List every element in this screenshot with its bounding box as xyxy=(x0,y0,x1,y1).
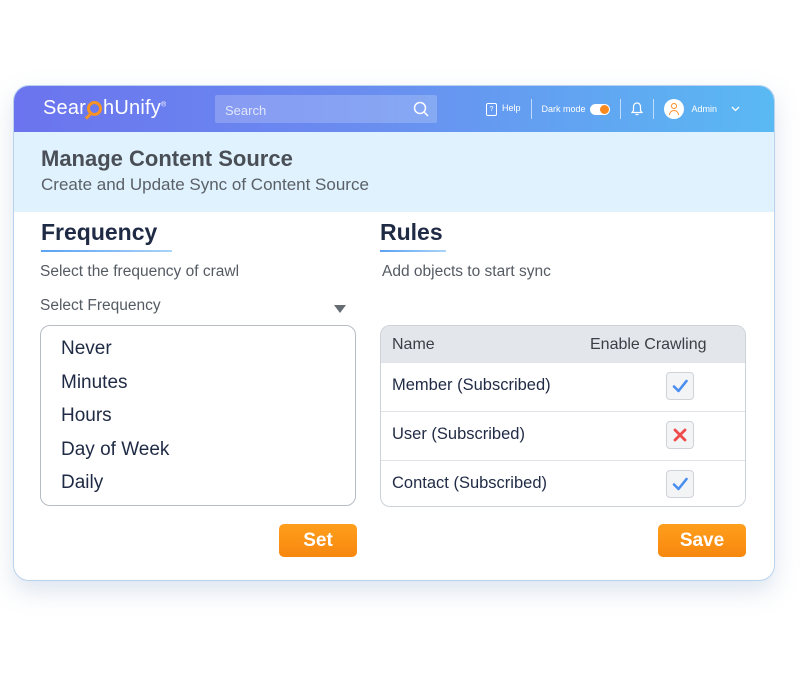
rules-table: Name Enable Crawling Member (Subscribed)… xyxy=(380,325,746,507)
set-button[interactable]: Set xyxy=(279,524,357,557)
dark-mode-toggle[interactable] xyxy=(589,103,610,115)
checkmark-icon xyxy=(672,379,688,393)
help-label: Help xyxy=(502,102,521,113)
dark-mode-label: Dark mode xyxy=(541,104,586,114)
search-input[interactable] xyxy=(223,99,407,121)
rules-title: Rules xyxy=(380,219,443,245)
frequency-option-hours[interactable]: Hours xyxy=(41,399,355,433)
table-row: Contact (Subscribed) xyxy=(381,460,745,506)
rules-title-underline xyxy=(380,250,446,252)
help-icon: ? xyxy=(486,102,497,116)
checkmark-icon xyxy=(672,477,688,491)
chevron-down-icon[interactable] xyxy=(731,106,740,112)
searchunify-logo[interactable]: Sear hUnify® xyxy=(43,97,166,120)
frequency-options-list: Never Minutes Hours Day of Week Daily xyxy=(40,325,356,506)
notification-bell-icon[interactable] xyxy=(630,102,643,116)
divider xyxy=(619,99,621,119)
frequency-select-label: Select Frequency xyxy=(40,297,161,314)
logo-text-right: hUnify xyxy=(103,97,161,119)
object-name: Member (Subscribed) xyxy=(392,376,551,394)
save-button[interactable]: Save xyxy=(658,524,746,557)
rules-description: Add objects to start sync xyxy=(382,263,551,280)
top-right-controls: ? Help Dark mode Admin xyxy=(486,86,740,132)
top-navigation-bar: Sear hUnify® ? Help Dark mode Admin xyxy=(14,86,774,132)
divider xyxy=(652,99,654,119)
divider xyxy=(530,99,532,119)
search-icon[interactable] xyxy=(413,101,429,117)
frequency-title-underline xyxy=(41,250,172,252)
logo-registered-mark: ® xyxy=(160,101,167,109)
cross-icon xyxy=(673,428,687,442)
rules-table-header: Name Enable Crawling xyxy=(381,326,745,362)
page-header: Manage Content Source Create and Update … xyxy=(14,132,774,212)
column-header-enable-crawling: Enable Crawling xyxy=(590,336,707,353)
search-box xyxy=(215,95,437,123)
table-row: Member (Subscribed) xyxy=(381,362,745,411)
object-name: Contact (Subscribed) xyxy=(392,474,547,492)
table-row: User (Subscribed) xyxy=(381,411,745,460)
logo-magnifier-icon xyxy=(87,101,103,116)
frequency-title: Frequency xyxy=(41,219,158,245)
frequency-option-never[interactable]: Never xyxy=(41,332,355,366)
page-title: Manage Content Source xyxy=(41,146,293,171)
dropdown-triangle-icon xyxy=(334,305,346,313)
column-header-name: Name xyxy=(392,336,435,353)
avatar[interactable] xyxy=(663,99,684,119)
frequency-option-day-of-week[interactable]: Day of Week xyxy=(41,433,355,467)
object-name: User (Subscribed) xyxy=(392,425,525,443)
enable-crawling-checkbox[interactable] xyxy=(666,372,694,400)
frequency-option-daily[interactable]: Daily xyxy=(41,466,355,500)
content-source-window: Sear hUnify® ? Help Dark mode Admin xyxy=(13,85,775,581)
frequency-option-minutes[interactable]: Minutes xyxy=(41,366,355,400)
logo-text-left: Sear xyxy=(43,97,87,119)
help-link[interactable]: ? Help xyxy=(486,102,521,116)
user-name[interactable]: Admin xyxy=(692,104,718,114)
enable-crawling-checkbox[interactable] xyxy=(666,470,694,498)
page-subtitle: Create and Update Sync of Content Source xyxy=(41,175,369,194)
enable-crawling-checkbox[interactable] xyxy=(666,421,694,449)
frequency-select[interactable]: Select Frequency xyxy=(40,297,346,319)
frequency-description: Select the frequency of crawl xyxy=(40,263,240,280)
